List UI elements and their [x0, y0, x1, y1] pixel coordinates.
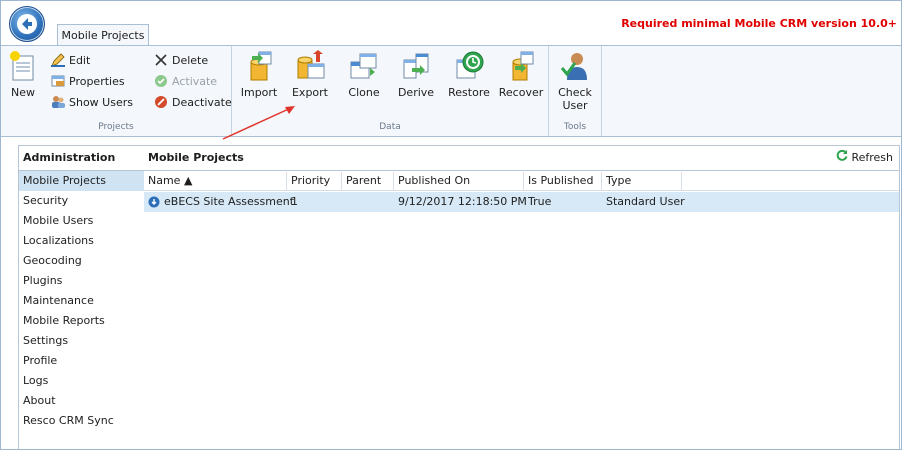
column-header-priority[interactable]: Priority — [287, 172, 342, 190]
import-label: Import — [240, 86, 278, 99]
activate-button[interactable]: Activate — [154, 73, 217, 91]
new-button-label: New — [11, 86, 35, 99]
export-label: Export — [291, 86, 328, 99]
sidebar-item-logs[interactable]: Logs — [19, 371, 145, 391]
clone-label: Clone — [348, 86, 380, 99]
check-user-icon — [559, 50, 591, 82]
ribbon-tab-bar: Mobile Projects Required minimal Mobile … — [1, 1, 901, 46]
main-panel: Mobile Projects Refresh Name ▲ Priority … — [144, 146, 900, 449]
check-user-label-line1: Check — [558, 86, 592, 99]
users-icon — [51, 95, 65, 109]
sidebar-item-security[interactable]: Security — [19, 191, 145, 211]
project-status-icon — [148, 192, 160, 212]
ribbon-group-projects: New Edit Properties Show Users Delete Ac… — [1, 46, 232, 136]
cell-priority: 1 — [291, 195, 298, 208]
cell-is-published: True — [528, 195, 552, 208]
properties-icon — [51, 74, 65, 88]
show-users-label: Show Users — [69, 96, 133, 109]
edit-icon — [51, 53, 65, 67]
column-header-is-published[interactable]: Is Published — [524, 172, 602, 190]
derive-button[interactable]: Derive — [396, 50, 436, 99]
delete-button[interactable]: Delete — [154, 52, 208, 70]
group-label-projects: Projects — [98, 122, 134, 132]
cell-name: eBECS Site Assessment — [164, 195, 295, 208]
sidebar-title: Administration — [19, 146, 145, 171]
version-requirement-note: Required minimal Mobile CRM version 10.0… — [621, 17, 897, 30]
derive-icon — [400, 50, 432, 82]
column-header-parent[interactable]: Parent — [342, 172, 394, 190]
check-circle-icon — [154, 74, 168, 88]
sidebar-item-about[interactable]: About — [19, 391, 145, 411]
column-header-divider — [144, 190, 899, 191]
sidebar-item-profile[interactable]: Profile — [19, 351, 145, 371]
export-icon — [294, 50, 326, 82]
activate-label: Activate — [172, 75, 218, 88]
column-header-published-on[interactable]: Published On — [394, 172, 524, 190]
sidebar-item-settings[interactable]: Settings — [19, 331, 145, 351]
recover-icon — [505, 50, 537, 82]
sidebar-item-mobile-projects[interactable]: Mobile Projects — [19, 171, 145, 191]
properties-button[interactable]: Properties — [51, 73, 125, 91]
restore-button[interactable]: Restore — [446, 50, 492, 99]
clone-icon — [348, 50, 380, 82]
sidebar-item-localizations[interactable]: Localizations — [19, 231, 145, 251]
sidebar-item-plugins[interactable]: Plugins — [19, 271, 145, 291]
recover-button[interactable]: Recover — [498, 50, 544, 99]
refresh-icon — [836, 146, 848, 170]
show-users-button[interactable]: Show Users — [51, 94, 133, 112]
sidebar-item-geocoding[interactable]: Geocoding — [19, 251, 145, 271]
refresh-button[interactable]: Refresh — [836, 146, 893, 170]
back-arrow-icon — [17, 14, 37, 34]
ribbon: New Edit Properties Show Users Delete Ac… — [1, 45, 901, 137]
sidebar-item-resco-crm-sync[interactable]: Resco CRM Sync — [19, 411, 145, 431]
check-user-button[interactable]: Check User — [557, 50, 593, 112]
import-button[interactable]: Import — [239, 50, 279, 99]
cell-published-on: 9/12/2017 12:18:50 PM — [398, 195, 527, 208]
export-button[interactable]: Export — [290, 50, 330, 99]
properties-label: Properties — [69, 75, 125, 88]
check-user-label-line2: User — [562, 99, 588, 112]
delete-label: Delete — [172, 54, 209, 67]
restore-label: Restore — [448, 86, 490, 99]
sidebar-item-mobile-reports[interactable]: Mobile Reports — [19, 311, 145, 331]
column-header-type[interactable]: Type — [602, 172, 682, 190]
edit-label: Edit — [69, 54, 91, 67]
refresh-label: Refresh — [851, 151, 893, 164]
ribbon-group-tools: Check User Tools — [549, 46, 602, 136]
app-window: Mobile Projects Required minimal Mobile … — [0, 0, 902, 450]
delete-icon — [154, 53, 168, 67]
sidebar-item-mobile-users[interactable]: Mobile Users — [19, 211, 145, 231]
clone-button[interactable]: Clone — [344, 50, 384, 99]
tab-mobile-projects[interactable]: Mobile Projects — [57, 24, 149, 46]
cell-type: Standard User — [606, 195, 685, 208]
main-header: Mobile Projects Refresh — [144, 146, 899, 171]
column-header-name[interactable]: Name ▲ — [144, 172, 287, 190]
new-button[interactable]: New — [7, 50, 39, 99]
annotation-arrow-icon — [222, 106, 295, 140]
derive-label: Derive — [397, 86, 435, 99]
deactivate-icon — [154, 95, 168, 109]
import-icon — [243, 50, 275, 82]
page-title: Mobile Projects — [148, 151, 244, 164]
app-menu-button[interactable] — [9, 6, 45, 42]
restore-icon — [453, 50, 485, 82]
new-project-icon — [7, 50, 39, 82]
table-row[interactable]: eBECS Site Assessment 1 9/12/2017 12:18:… — [144, 192, 899, 212]
sidebar: Administration Mobile Projects Security … — [18, 146, 146, 449]
group-label-tools: Tools — [563, 122, 587, 132]
recover-label: Recover — [498, 86, 544, 99]
edit-button[interactable]: Edit — [51, 52, 90, 70]
sidebar-item-maintenance[interactable]: Maintenance — [19, 291, 145, 311]
